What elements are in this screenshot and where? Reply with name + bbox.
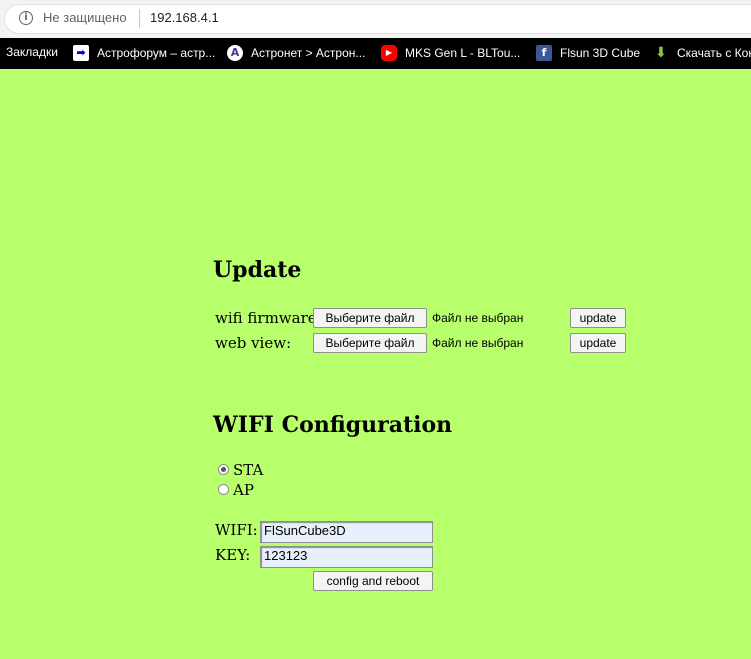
key-label: KEY:: [215, 546, 251, 564]
divider: [139, 9, 140, 28]
bookmark-facebook[interactable]: f Flsun 3D Cube: [536, 45, 640, 61]
update-webview-button[interactable]: update: [570, 333, 626, 353]
webview-file-status: Файл не выбран: [432, 336, 524, 350]
wifi-ssid-input[interactable]: FlSunCube3D: [260, 521, 433, 543]
bookmark-astronet[interactable]: A Астронет > Астрон...: [227, 45, 365, 61]
bookmark-label: Flsun 3D Cube: [560, 46, 641, 60]
url-text[interactable]: 192.168.4.1: [150, 10, 219, 25]
choose-firmware-file-button[interactable]: Выберите файл: [313, 308, 427, 328]
bookmark-label: Скачать с Кон: [677, 46, 751, 60]
web-view-label: web view:: [215, 334, 292, 352]
bookmark-label: Астрофорум – астр...: [97, 46, 216, 60]
update-firmware-button[interactable]: update: [570, 308, 626, 328]
download-arrow-icon: ⬇: [655, 45, 667, 61]
bookmark-label: Астронет > Астрон...: [251, 46, 366, 60]
bookmark-label: MKS Gen L - BLTou...: [405, 46, 521, 60]
security-status[interactable]: Не защищено: [43, 10, 127, 25]
bookmark-youtube[interactable]: ▶ MKS Gen L - BLTou...: [381, 45, 520, 61]
bookmarks-bar: Закладки ➡ Астрофорум – астр... A Астрон…: [0, 38, 751, 69]
youtube-icon: ▶: [381, 45, 397, 61]
bookmark-label: Закладки: [6, 45, 58, 59]
wifi-firmware-label: wifi firmware:: [215, 309, 322, 327]
ap-radio[interactable]: [218, 484, 229, 495]
bookmark-astroforum[interactable]: ➡ Астрофорум – астр...: [73, 45, 215, 61]
address-bar: i Не защищено 192.168.4.1: [0, 0, 751, 38]
config-and-reboot-button[interactable]: config and reboot: [313, 571, 433, 591]
page-content: Update wifi firmware: Выберите файл Файл…: [0, 69, 751, 659]
arrow-icon: ➡: [73, 45, 89, 61]
sta-radio[interactable]: [218, 464, 229, 475]
ap-label: AP: [233, 481, 254, 499]
astronet-icon: A: [227, 45, 243, 61]
wifi-config-heading: WIFI Configuration: [213, 412, 453, 438]
update-heading: Update: [213, 257, 302, 283]
bookmark-download[interactable]: ⬇ Скачать с Кон: [653, 45, 751, 61]
bookmark-folder[interactable]: Закладки: [6, 45, 58, 59]
choose-webview-file-button[interactable]: Выберите файл: [313, 333, 427, 353]
info-icon[interactable]: i: [19, 11, 33, 25]
browser-chrome: i Не защищено 192.168.4.1 Закладки ➡ Аст…: [0, 0, 751, 69]
facebook-icon: f: [536, 45, 552, 61]
firmware-file-status: Файл не выбран: [432, 311, 524, 325]
wifi-ssid-label: WIFI:: [215, 521, 258, 539]
sta-label: STA: [233, 461, 264, 479]
key-input[interactable]: 123123: [260, 546, 433, 568]
